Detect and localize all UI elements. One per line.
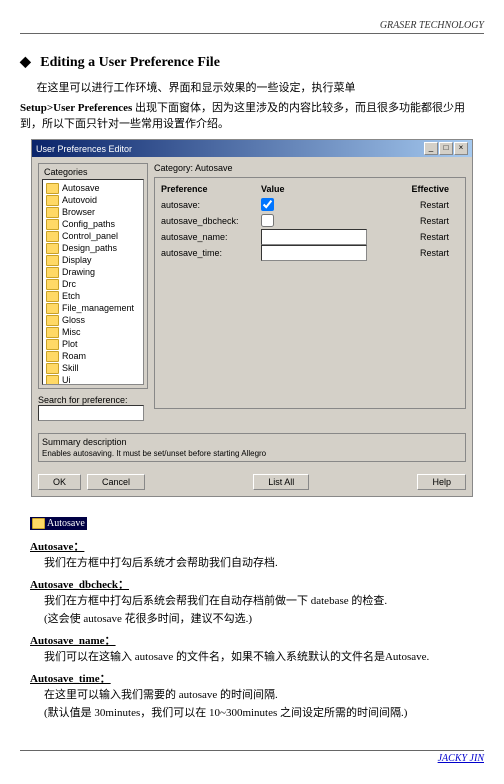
ok-button[interactable]: OK [38, 474, 81, 490]
folder-icon [46, 303, 59, 314]
summary-box: Summary description Enables autosaving. … [38, 433, 466, 462]
tree-item[interactable]: Autovoid [45, 194, 141, 206]
tree-item[interactable]: Display [45, 254, 141, 266]
categories-fieldset: Categories AutosaveAutovoidBrowserConfig… [38, 163, 148, 389]
pref-checkbox[interactable] [261, 214, 274, 227]
folder-icon [46, 279, 59, 290]
tree-item[interactable]: Ui [45, 374, 141, 385]
pref-text-input[interactable] [261, 229, 367, 245]
folder-icon [46, 219, 59, 230]
term-text: 在这里可以输入我们需要的 autosave 的时间间隔. [44, 686, 484, 702]
folder-icon [46, 315, 59, 326]
help-button[interactable]: Help [417, 474, 466, 490]
pref-row: autosave:Restart [161, 198, 459, 212]
folder-icon [46, 363, 59, 374]
button-row: OK Cancel List All Help [32, 468, 472, 496]
term-text: (这会使 autosave 花很多时间，建议不勾选.) [44, 610, 484, 626]
intro-line1: 在这里可以进行工作环境、界面和显示效果的一些设定，执行菜单 [20, 79, 484, 95]
folder-icon [46, 243, 59, 254]
tree-item[interactable]: Drc [45, 278, 141, 290]
pref-row: autosave_name:Restart [161, 230, 459, 244]
tree-item[interactable]: Design_paths [45, 242, 141, 254]
pref-checkbox[interactable] [261, 198, 274, 211]
folder-icon [46, 255, 59, 266]
minimize-button[interactable]: _ [424, 142, 438, 155]
search-input[interactable] [38, 405, 144, 421]
titlebar: User Preferences Editor _ □ × [32, 140, 472, 157]
folder-icon [46, 231, 59, 242]
folder-icon [46, 183, 59, 194]
term-text: 我们在方框中打勾后系统会帮我们在自动存档前做一下 datebase 的检查. [44, 592, 484, 608]
folder-icon [46, 375, 59, 386]
company-header: GRASER TECHNOLOGY [20, 20, 484, 34]
pref-header: Preference Value Effective [161, 184, 459, 194]
tree-item[interactable]: Control_panel [45, 230, 141, 242]
tree-item[interactable]: Skill [45, 362, 141, 374]
folder-icon [46, 339, 59, 350]
term-title: Autosave： [30, 538, 484, 554]
footer-author: JACKY JIN [20, 750, 484, 764]
category-tree[interactable]: AutosaveAutovoidBrowserConfig_pathsContr… [42, 179, 144, 385]
folder-icon [46, 267, 59, 278]
section-title: ◆ Editing a User Preference File [20, 54, 484, 71]
term-text: 我们在方框中打勾后系统才会帮助我们自动存档. [44, 554, 484, 570]
listall-button[interactable]: List All [253, 474, 309, 490]
close-button[interactable]: × [454, 142, 468, 155]
tree-item[interactable]: Browser [45, 206, 141, 218]
folder-icon [46, 327, 59, 338]
folder-icon [46, 351, 59, 362]
pref-text-input[interactable] [261, 245, 367, 261]
term-text: 我们可以在这输入 autosave 的文件名，如果不输入系统默认的文件名是Aut… [44, 648, 484, 664]
term-title: Autosave_dbcheck： [30, 576, 484, 592]
tree-item[interactable]: File_management [45, 302, 141, 314]
folder-icon [46, 207, 59, 218]
search-section: Search for preference: [38, 395, 148, 421]
tree-item[interactable]: Drawing [45, 266, 141, 278]
tree-item[interactable]: Autosave [45, 182, 141, 194]
selected-folder-badge: Autosave [30, 517, 87, 530]
term-text: (默认值是 30minutes，我们可以在 10~300minutes 之间设定… [44, 704, 484, 720]
current-category: Category: Autosave [154, 163, 466, 173]
term-title: Autosave_time： [30, 670, 484, 686]
pref-row: autosave_dbcheck:Restart [161, 214, 459, 228]
tree-item[interactable]: Gloss [45, 314, 141, 326]
tree-item[interactable]: Misc [45, 326, 141, 338]
tree-item[interactable]: Etch [45, 290, 141, 302]
tree-item[interactable]: Plot [45, 338, 141, 350]
diamond-icon: ◆ [20, 54, 31, 71]
folder-icon [46, 291, 59, 302]
folder-icon [46, 195, 59, 206]
folder-icon [32, 518, 45, 529]
intro-line2: Setup>User Preferences 出现下面窗体，因为这里涉及的内容比… [20, 99, 484, 131]
term-title: Autosave_name： [30, 632, 484, 648]
window-title: User Preferences Editor [36, 144, 132, 154]
tree-item[interactable]: Roam [45, 350, 141, 362]
cancel-button[interactable]: Cancel [87, 474, 145, 490]
tree-item[interactable]: Config_paths [45, 218, 141, 230]
preferences-window: User Preferences Editor _ □ × Categories… [31, 139, 473, 497]
pref-row: autosave_time:Restart [161, 246, 459, 260]
maximize-button[interactable]: □ [439, 142, 453, 155]
